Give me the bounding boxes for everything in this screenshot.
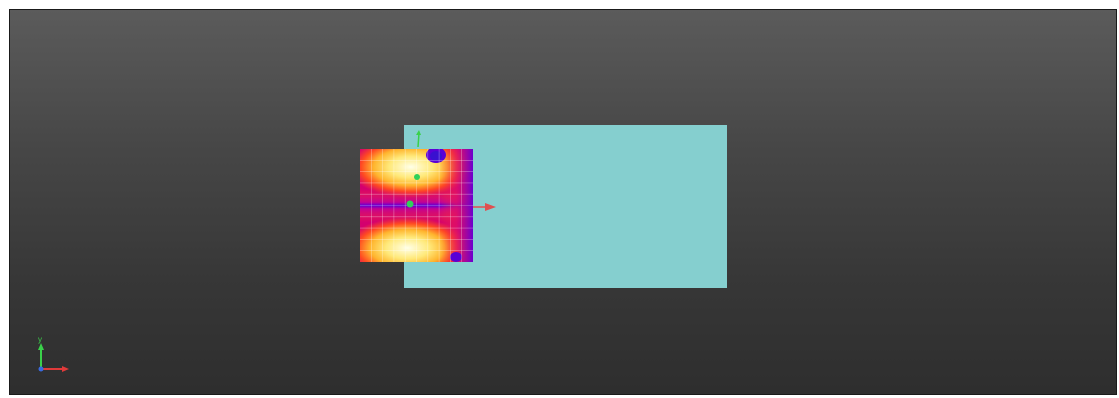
upper-green-point[interactable]	[414, 174, 420, 180]
heatmap-plane-object[interactable]	[360, 149, 473, 262]
center-green-point[interactable]	[406, 200, 414, 208]
screenshot-frame: y	[0, 0, 1119, 398]
x-axis-arrowhead	[62, 366, 69, 372]
heatmap-svg	[360, 149, 473, 262]
y-transform-handle[interactable]	[413, 130, 423, 148]
y-axis-label: y	[38, 336, 42, 344]
y-axis-arrowhead	[38, 343, 44, 350]
axis-gizmo-svg: y	[38, 335, 69, 372]
x-transform-handle[interactable]	[473, 201, 497, 213]
z-axis-dot	[38, 366, 44, 372]
heatmap-bottom-cold-spot	[450, 252, 462, 262]
3d-viewport[interactable]: y	[9, 9, 1117, 395]
axis-orientation-gizmo: y	[32, 335, 80, 376]
heatmap-top-cold-core	[430, 151, 442, 161]
